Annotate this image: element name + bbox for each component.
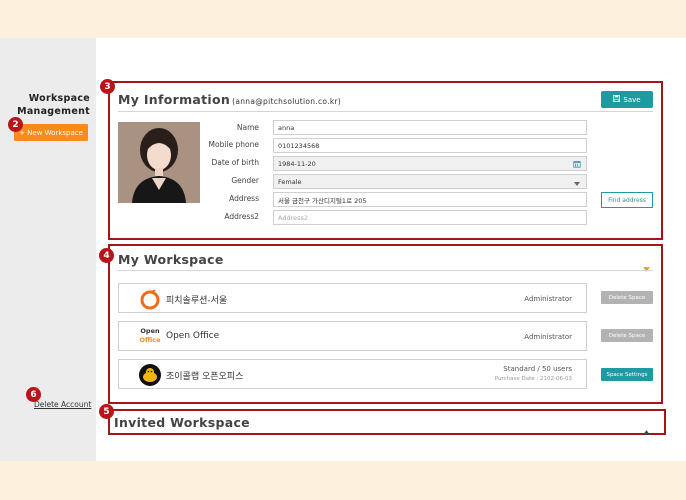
date-of-birth-label: Date of birth bbox=[211, 158, 259, 167]
delete-space-button[interactable]: Delete Space bbox=[601, 329, 653, 342]
bottom-band bbox=[0, 461, 686, 500]
step-badge-4: 4 bbox=[99, 248, 114, 263]
step-badge-3: 3 bbox=[100, 79, 115, 94]
user-email: (anna@pitchsolution.co.kr) bbox=[232, 97, 342, 106]
workspace-purchase-date: Purchase Date : 2102-06-03 bbox=[494, 376, 572, 382]
collapse-caret-icon[interactable] bbox=[643, 257, 650, 276]
new-workspace-button[interactable]: + New Workspace bbox=[14, 124, 88, 141]
sidebar-title-line2: Management bbox=[17, 106, 90, 117]
address-label: Address bbox=[229, 194, 259, 203]
name-field[interactable]: anna bbox=[273, 120, 587, 135]
my-information-title: My Information (anna@pitchsolution.co.kr) bbox=[118, 92, 341, 107]
address2-field[interactable]: Address2 bbox=[273, 210, 587, 225]
gender-value: Female bbox=[278, 177, 302, 186]
sidebar-title-line1: Workspace bbox=[28, 93, 90, 104]
save-button[interactable]: Save bbox=[601, 91, 653, 108]
calendar-icon[interactable] bbox=[573, 160, 581, 170]
workspace-role: Administrator bbox=[524, 333, 572, 341]
delete-space-button[interactable]: Delete Space bbox=[601, 291, 653, 304]
workspace-role: Administrator bbox=[524, 295, 572, 303]
top-band bbox=[0, 0, 686, 38]
pitch-solution-logo-icon bbox=[139, 288, 161, 310]
mobile-phone-field[interactable]: 0101234568 bbox=[273, 138, 587, 153]
gender-label: Gender bbox=[231, 176, 259, 185]
joy-collab-logo-icon bbox=[139, 364, 161, 386]
mobile-phone-label: Mobile phone bbox=[208, 140, 259, 149]
open-office-logo-line2: Office bbox=[139, 336, 161, 344]
date-of-birth-field[interactable]: 1984-11-20 bbox=[273, 156, 587, 171]
my-information-title-text: My Information bbox=[118, 92, 231, 107]
gender-select[interactable]: Female bbox=[273, 174, 587, 189]
delete-account-link[interactable]: Delete Account bbox=[34, 400, 91, 409]
open-office-logo-icon: Open Office bbox=[139, 327, 161, 345]
workspace-name: 조이콜랩 오픈오피스 bbox=[166, 372, 244, 382]
space-settings-button[interactable]: Space Settings bbox=[601, 368, 653, 381]
save-icon bbox=[613, 95, 621, 104]
save-label: Save bbox=[623, 95, 641, 104]
step-badge-6: 6 bbox=[26, 387, 41, 402]
date-of-birth-value: 1984-11-20 bbox=[278, 159, 316, 168]
my-information-divider bbox=[118, 111, 653, 112]
workspace-row[interactable]: 조이콜랩 오픈오피스 Standard / 50 users Purchase … bbox=[118, 359, 587, 389]
workspace-name: 피치솔루션-서울 bbox=[166, 296, 228, 306]
workspace-row[interactable]: 피치솔루션-서울 Administrator bbox=[118, 283, 587, 313]
address-field[interactable]: 서울 금천구 가산디지털1로 205 bbox=[273, 192, 587, 207]
step-badge-5: 5 bbox=[99, 404, 114, 419]
address2-label: Address2 bbox=[224, 212, 259, 221]
sidebar-title: Workspace Management bbox=[14, 92, 90, 118]
caret-down-icon bbox=[574, 180, 580, 188]
find-address-button[interactable]: Find address bbox=[601, 192, 653, 208]
step-badge-2: 2 bbox=[8, 117, 23, 132]
invited-workspace-title: Invited Workspace bbox=[114, 415, 250, 430]
name-label: Name bbox=[236, 123, 259, 132]
expand-caret-icon[interactable] bbox=[643, 420, 650, 439]
workspace-row[interactable]: Open Office Open Office Administrator bbox=[118, 321, 587, 351]
open-office-logo-line1: Open bbox=[140, 327, 160, 335]
my-workspace-divider bbox=[118, 270, 653, 271]
workspace-name: Open Office bbox=[166, 331, 220, 341]
my-workspace-title: My Workspace bbox=[118, 252, 224, 267]
workspace-plan: Standard / 50 users bbox=[503, 365, 572, 373]
